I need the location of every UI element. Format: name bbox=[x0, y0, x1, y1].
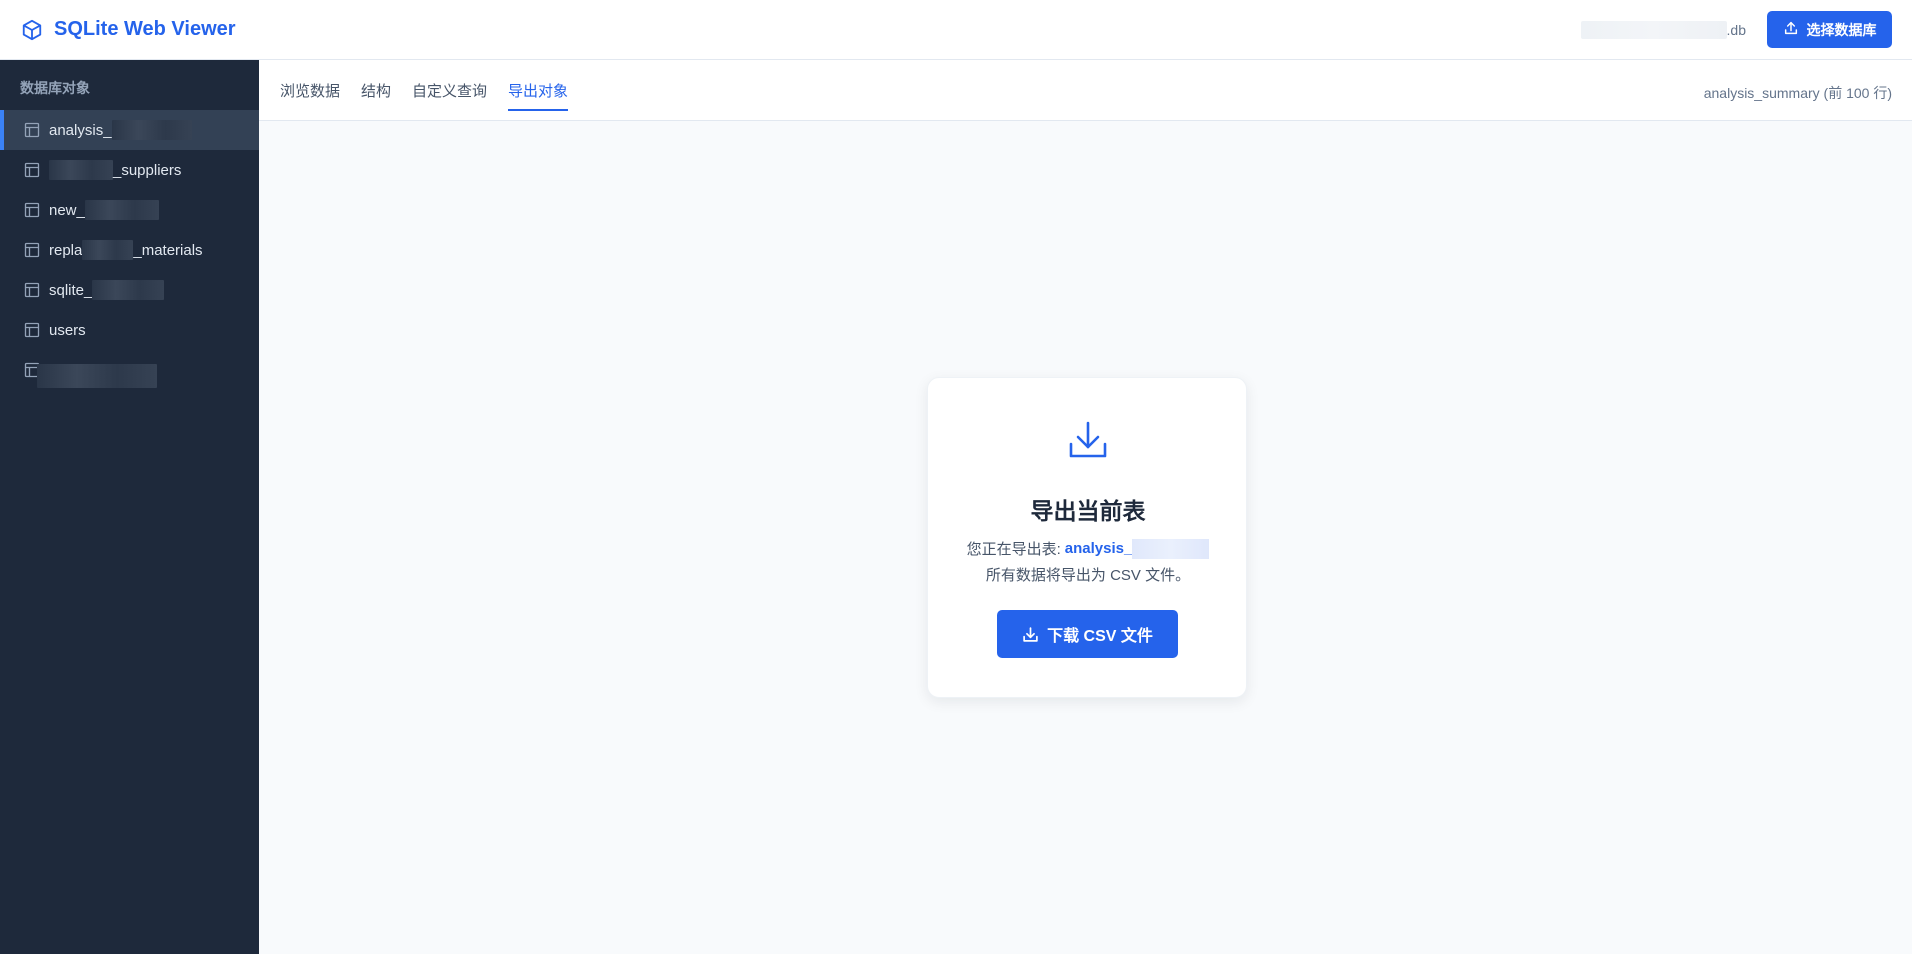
table-list: analysis_ _suppliers new_ repla _materia… bbox=[0, 110, 259, 390]
tab-custom-query[interactable]: 自定义查询 bbox=[412, 80, 487, 109]
top-bar: SQLite Web Viewer .db 选择数据库 bbox=[0, 0, 1912, 60]
sidebar-item-materials[interactable]: repla _materials bbox=[0, 230, 259, 270]
redacted-text bbox=[111, 120, 192, 140]
upload-icon bbox=[1783, 20, 1799, 39]
brand[interactable]: SQLite Web Viewer bbox=[20, 18, 236, 42]
redacted-text bbox=[1132, 538, 1210, 559]
table-icon bbox=[24, 322, 40, 338]
sidebar-item-new[interactable]: new_ bbox=[0, 190, 259, 230]
select-database-label: 选择数据库 bbox=[1806, 21, 1877, 38]
download-icon bbox=[1069, 421, 1107, 458]
redacted-text bbox=[84, 200, 159, 220]
current-table-info: analysis_summary (前 100 行) bbox=[1703, 85, 1892, 101]
redacted-text bbox=[49, 160, 113, 180]
sidebar-item-label: sqlite_ bbox=[49, 280, 165, 300]
db-file-suffix: .db bbox=[1726, 22, 1746, 38]
export-card: 导出当前表 您正在导出表: analysis_ 所有数据将导出为 CSV 文件。… bbox=[927, 377, 1247, 698]
download-icon bbox=[1023, 626, 1038, 642]
tab-structure[interactable]: 结构 bbox=[361, 80, 391, 109]
download-csv-button[interactable]: 下载 CSV 文件 bbox=[997, 610, 1178, 658]
sidebar-item-suppliers[interactable]: _suppliers bbox=[0, 150, 259, 190]
sidebar-item-label: new_ bbox=[49, 200, 159, 220]
export-table-line: 您正在导出表: analysis_ bbox=[928, 538, 1248, 559]
sidebar-item-label: analysis_ bbox=[49, 120, 192, 140]
sidebar-item-sqlite[interactable]: sqlite_ bbox=[0, 270, 259, 310]
redacted-filename bbox=[1580, 21, 1727, 39]
sidebar-item-redacted[interactable] bbox=[0, 350, 259, 390]
cube-icon bbox=[20, 18, 44, 42]
sidebar-item-analysis[interactable]: analysis_ bbox=[0, 110, 259, 150]
sidebar: 数据库对象 analysis_ _suppliers new_ repla _m… bbox=[0, 60, 259, 954]
sidebar-item-label: users bbox=[49, 321, 86, 339]
sidebar-item-label: repla _materials bbox=[49, 240, 203, 260]
download-csv-label: 下载 CSV 文件 bbox=[1047, 628, 1153, 645]
table-icon bbox=[24, 242, 40, 258]
sidebar-heading: 数据库对象 bbox=[20, 80, 90, 96]
export-table-name: analysis_ bbox=[1065, 538, 1210, 559]
table-icon bbox=[24, 122, 40, 138]
table-icon bbox=[24, 202, 40, 218]
table-icon bbox=[24, 282, 40, 298]
redacted-text bbox=[92, 280, 165, 300]
tab-export[interactable]: 导出对象 bbox=[508, 80, 569, 111]
sidebar-item-label bbox=[37, 352, 157, 388]
view-tabs: 浏览数据 结构 自定义查询 导出对象 analysis_summary (前 1… bbox=[259, 60, 1912, 121]
exporting-label: 您正在导出表: bbox=[966, 541, 1061, 558]
select-database-button[interactable]: 选择数据库 bbox=[1767, 11, 1892, 48]
main-content: 导出当前表 您正在导出表: analysis_ 所有数据将导出为 CSV 文件。… bbox=[259, 121, 1912, 954]
current-db-file: .db bbox=[1580, 21, 1746, 39]
tab-browse-data[interactable]: 浏览数据 bbox=[280, 80, 340, 109]
table-icon bbox=[24, 162, 40, 178]
export-title: 导出当前表 bbox=[1030, 498, 1146, 524]
sidebar-item-label: _suppliers bbox=[49, 160, 181, 180]
redacted-text bbox=[82, 240, 134, 260]
sidebar-item-users[interactable]: users bbox=[0, 310, 259, 350]
app-title: SQLite Web Viewer bbox=[54, 18, 236, 40]
export-description: 所有数据将导出为 CSV 文件。 bbox=[985, 567, 1191, 584]
redacted-text bbox=[37, 364, 157, 388]
